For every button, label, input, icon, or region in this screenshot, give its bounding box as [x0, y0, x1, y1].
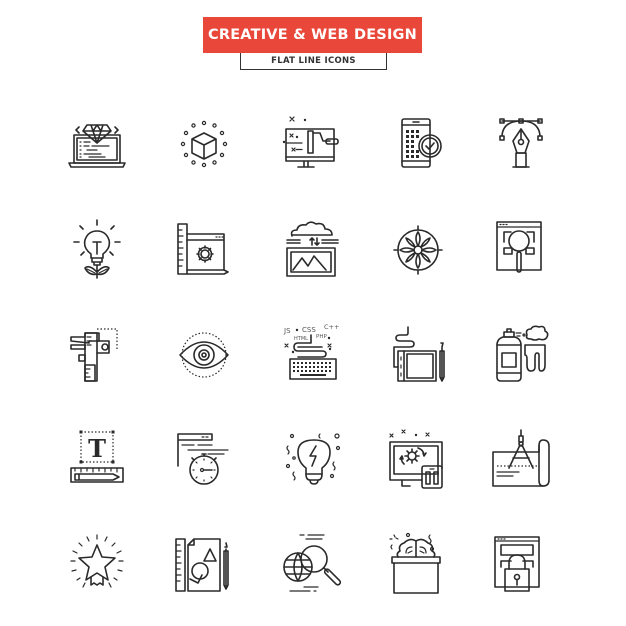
window-magnifier-icon	[489, 218, 553, 282]
label-css: CSS	[302, 326, 316, 334]
label-js: JS	[283, 327, 291, 335]
brain-box-icon	[386, 533, 450, 597]
monitor-paint-roller-icon	[282, 113, 346, 177]
window-padlock-icon	[489, 533, 553, 597]
phone-grid-check-icon	[386, 113, 450, 177]
pen-tool-bezier-icon	[489, 113, 553, 177]
typography-ruler-icon: T	[65, 428, 129, 492]
blueprint-compass-icon	[489, 428, 553, 492]
label-html: HTML	[294, 336, 308, 342]
laptop-diamond-code-icon	[65, 113, 129, 177]
lightbulb-plant-icon	[65, 218, 129, 282]
keyboard-code-languages-icon: JS CSS C++ HTML PHP	[282, 323, 346, 387]
window-stopwatch-icon	[172, 428, 236, 492]
globe-search-icon	[282, 533, 346, 597]
ruler-window-gear-icon	[172, 218, 236, 282]
sketch-shapes-pencil-icon	[172, 533, 236, 597]
spray-paint-can-icon	[489, 323, 553, 387]
label-php: PHP	[316, 334, 327, 340]
caliper-icon	[65, 323, 129, 387]
compass-rose-icon	[386, 218, 450, 282]
graphic-tablet-pen-icon	[386, 323, 450, 387]
typography-glyph: T	[88, 434, 106, 463]
cube-dots-icon	[172, 113, 236, 177]
label-cpp: C++	[324, 323, 339, 331]
star-badge-icon	[65, 533, 129, 597]
cloud-image-sync-icon	[282, 218, 346, 282]
idea-bulb-lightning-icon	[282, 428, 346, 492]
icon-grid: JS CSS C++ HTML PHP T	[0, 0, 626, 626]
responsive-devices-gear-icon	[386, 428, 450, 492]
eye-vision-icon	[172, 323, 236, 387]
